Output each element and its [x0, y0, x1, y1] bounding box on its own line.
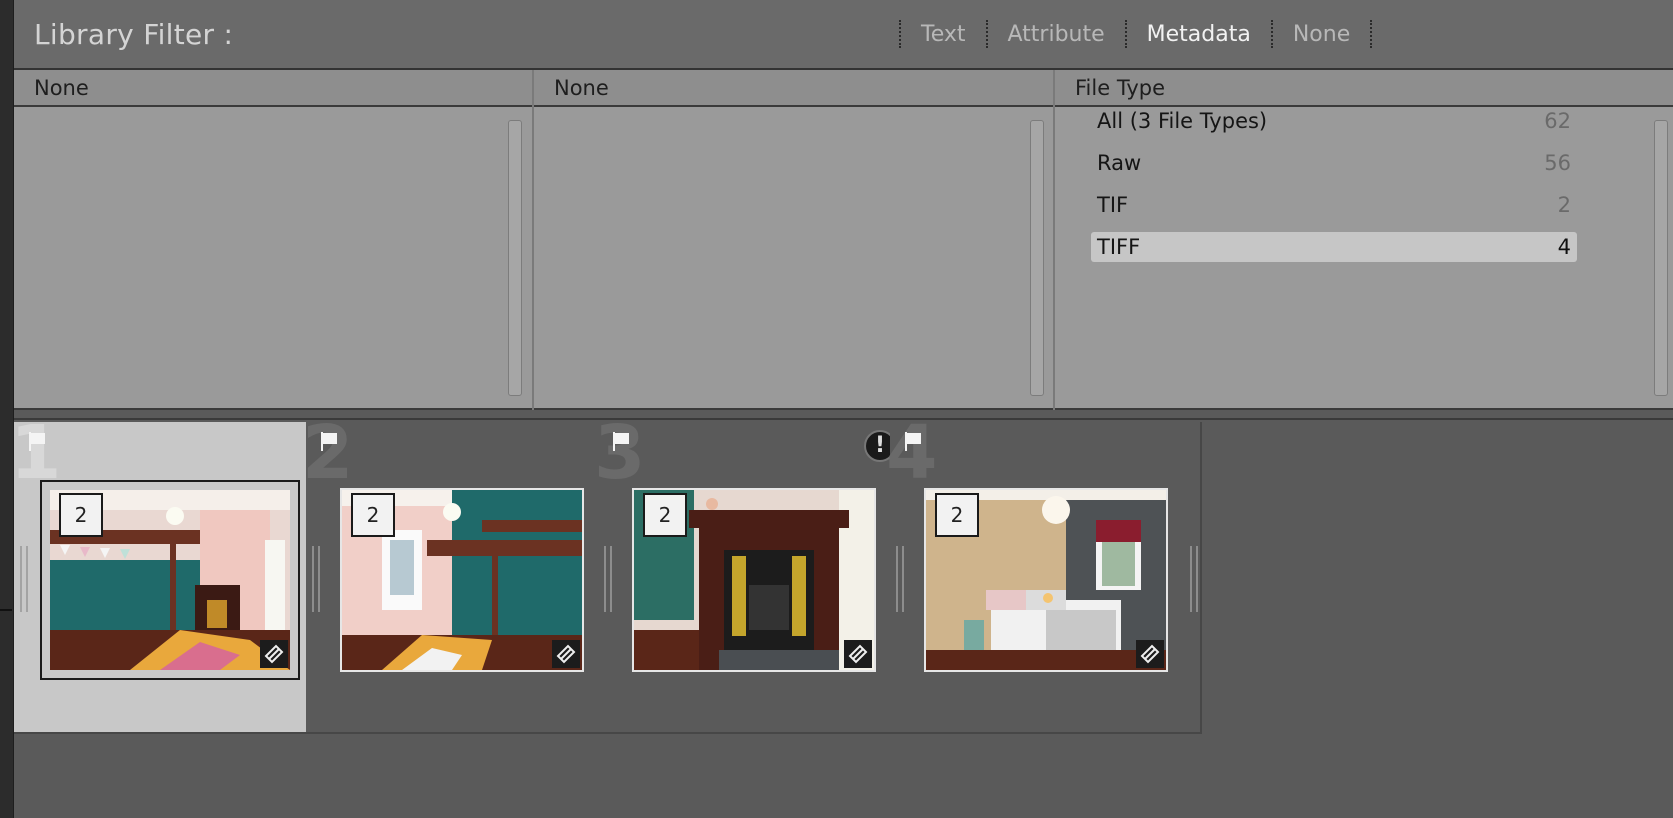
photo-thumbnail[interactable]: 2: [40, 480, 300, 680]
stack-badge[interactable]: 2: [59, 493, 103, 537]
grid-cell[interactable]: 2 2: [302, 416, 618, 734]
tab-separator: [1124, 20, 1127, 48]
tab-text[interactable]: Text: [921, 22, 966, 47]
stack-badge[interactable]: 2: [351, 493, 395, 537]
photo-thumbnail[interactable]: 2: [632, 488, 876, 672]
rotate-right-handle[interactable]: [1190, 546, 1198, 612]
rotate-left-handle[interactable]: [20, 546, 28, 612]
grid-cell[interactable]: 3 ! 2: [594, 416, 910, 734]
grid-cell[interactable]: 4 2: [886, 416, 1202, 734]
metadata-column-file-type: File Type All (3 File Types) 62 Raw 56 T…: [1055, 70, 1673, 410]
metadata-column-2: None: [534, 70, 1055, 410]
column-header-dropdown[interactable]: File Type: [1055, 70, 1673, 107]
filter-tabs: Text Attribute Metadata None: [879, 16, 1392, 52]
library-grid: 1 2 2 2 3 ! 2 4 2: [10, 416, 1673, 818]
cell-index: 2: [302, 410, 354, 496]
metadata-column-1: None: [14, 70, 534, 410]
rotate-left-handle[interactable]: [312, 546, 320, 612]
file-type-row-all[interactable]: All (3 File Types) 62: [1091, 106, 1577, 136]
cell-index: 1: [10, 410, 62, 496]
left-panel-edge: [0, 0, 14, 818]
metadata-columns-panel: None None File Type All (3 File Types) 6…: [14, 70, 1673, 410]
row-count: 62: [1544, 109, 1571, 133]
column-scrollbar[interactable]: [508, 120, 522, 396]
tab-separator: [1270, 20, 1273, 48]
file-type-row-tiff[interactable]: TIFF 4: [1091, 232, 1577, 262]
row-label: TIF: [1097, 193, 1129, 217]
edit-badge-icon: [260, 640, 288, 668]
row-count: 4: [1557, 235, 1571, 259]
tab-separator: [1370, 20, 1373, 48]
file-type-row-raw[interactable]: Raw 56: [1091, 148, 1577, 178]
stack-badge[interactable]: 2: [643, 493, 687, 537]
flag-icon[interactable]: [318, 430, 340, 452]
grid-cell[interactable]: 1 2: [10, 416, 326, 734]
row-count: 2: [1557, 193, 1571, 217]
rotate-left-handle[interactable]: [604, 546, 612, 612]
tab-separator: [899, 20, 901, 48]
tab-none[interactable]: None: [1293, 22, 1350, 47]
flag-icon[interactable]: [610, 430, 632, 452]
column-header-dropdown[interactable]: None: [534, 70, 1053, 107]
tab-attribute[interactable]: Attribute: [1008, 22, 1105, 47]
cell-index: 4: [886, 410, 938, 496]
row-label: All (3 File Types): [1097, 109, 1268, 133]
edit-badge-icon: [1136, 640, 1164, 668]
flag-icon[interactable]: [26, 430, 48, 452]
column-header-dropdown[interactable]: None: [14, 70, 532, 107]
file-type-row-tif[interactable]: TIF 2: [1091, 190, 1577, 220]
photo-thumbnail[interactable]: 2: [924, 488, 1168, 672]
edit-badge-icon: [552, 640, 580, 668]
stack-badge[interactable]: 2: [935, 493, 979, 537]
row-label: Raw: [1097, 151, 1142, 175]
library-filter-title: Library Filter :: [34, 18, 234, 51]
photo-thumbnail[interactable]: 2: [340, 488, 584, 672]
cell-index: 3: [594, 410, 646, 496]
column-scrollbar[interactable]: [1654, 120, 1668, 396]
rotate-left-handle[interactable]: [896, 546, 904, 612]
panel-notch: [0, 609, 12, 611]
tab-separator: [985, 20, 988, 48]
row-label: TIFF: [1097, 235, 1141, 259]
column-scrollbar[interactable]: [1030, 120, 1044, 396]
edit-badge-icon: [844, 640, 872, 668]
tab-metadata[interactable]: Metadata: [1147, 22, 1251, 47]
library-filter-bar: Library Filter : Text Attribute Metadata…: [14, 0, 1673, 70]
flag-icon[interactable]: [902, 430, 924, 452]
row-count: 56: [1544, 151, 1571, 175]
